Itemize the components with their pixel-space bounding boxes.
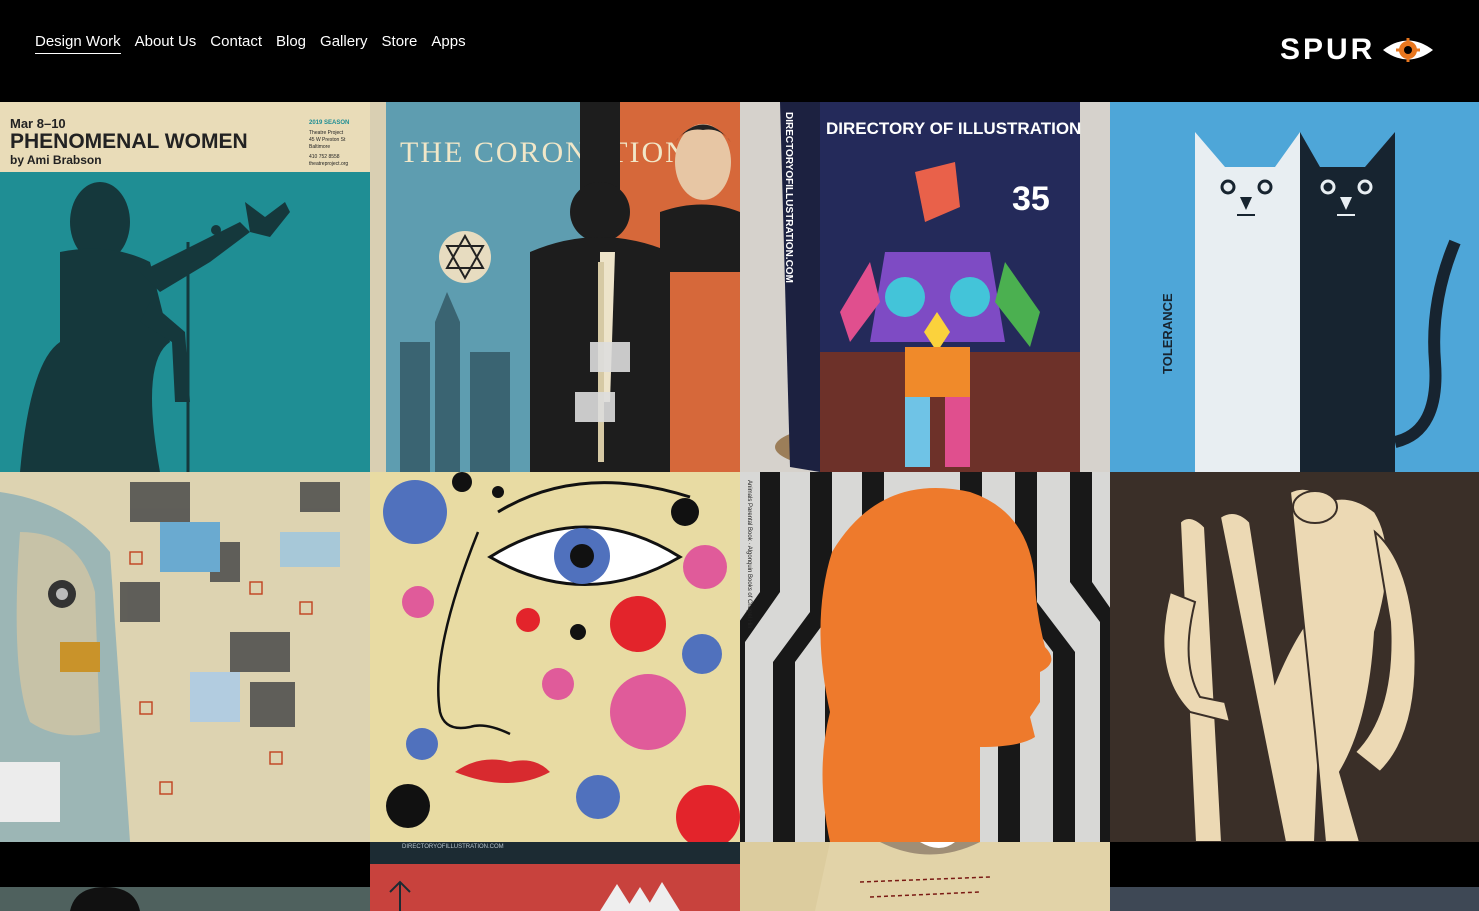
portfolio-tile-embrace[interactable]	[1110, 472, 1479, 842]
nav-design-work[interactable]: Design Work	[35, 33, 121, 54]
portfolio-tile-tolerance[interactable]: TOLERANCE	[1110, 102, 1479, 472]
poster-phone: 410 752 8558	[309, 154, 340, 160]
book-number: 35	[1012, 180, 1050, 218]
book-title: DIRECTORY OF ILLUSTRATION	[826, 119, 1081, 138]
nav-store[interactable]: Store	[382, 33, 418, 54]
nav-contact[interactable]: Contact	[210, 33, 262, 54]
portfolio-tile-row3-3[interactable]	[740, 842, 1110, 911]
portfolio-tile-row3-4[interactable]	[1110, 842, 1479, 911]
portfolio-tile-striped-profile[interactable]: Animals Parental Book · Algonquin Books …	[740, 472, 1110, 842]
book-spine: Animals Parental Book · Algonquin Books …	[746, 480, 752, 628]
logo-text: SPUR	[1280, 33, 1376, 66]
nav-about-us[interactable]: About Us	[135, 33, 197, 54]
main-nav: Design Work About Us Contact Blog Galler…	[35, 33, 466, 54]
portfolio-tile-row3-1[interactable]	[0, 842, 370, 911]
poster-venue-city: Baltimore	[309, 144, 330, 150]
portfolio-tile-the-coronation[interactable]: THE CORONATION	[370, 102, 740, 472]
site-header: Design Work About Us Contact Blog Galler…	[0, 0, 1479, 102]
portfolio-tile-directory-of-illustration[interactable]: DIRECTORY OF ILLUSTRATION 35 DIRECTORYOF…	[740, 102, 1110, 472]
nav-blog[interactable]: Blog	[276, 33, 306, 54]
poster-title: THE CORONATION	[400, 136, 689, 169]
site-logo[interactable]: SPUR	[1280, 34, 1435, 66]
poster-title: PHENOMENAL WOMEN	[10, 130, 248, 153]
site-caption: DIRECTORYOFILLUSTRATION.COM	[402, 844, 504, 850]
poster-venue-name: Theatre Project	[309, 130, 344, 136]
poster-venue-street: 45 W Preston St	[309, 137, 346, 143]
nav-gallery[interactable]: Gallery	[320, 33, 368, 54]
portfolio-tile-row3-2[interactable]: DIRECTORYOFILLUSTRATION.COM	[370, 842, 740, 911]
book-spine: DIRECTORYOFILLUSTRATION.COM	[783, 112, 794, 283]
poster-date: Mar 8–10	[10, 116, 66, 131]
poster-site: theatreproject.org	[309, 161, 348, 167]
eye-icon	[1383, 38, 1434, 62]
portfolio-tile-polka-face[interactable]	[370, 472, 740, 842]
portfolio-tile-phenomenal-women[interactable]: Mar 8–10 PHENOMENAL WOMEN by Ami Brabson…	[0, 102, 370, 472]
poster-author: by Ami Brabson	[10, 153, 102, 167]
poster-title: TOLERANCE	[1160, 293, 1175, 374]
portfolio-tile-collage[interactable]	[0, 472, 370, 842]
nav-apps[interactable]: Apps	[431, 33, 465, 54]
poster-season: 2019 SEASON	[309, 120, 349, 126]
